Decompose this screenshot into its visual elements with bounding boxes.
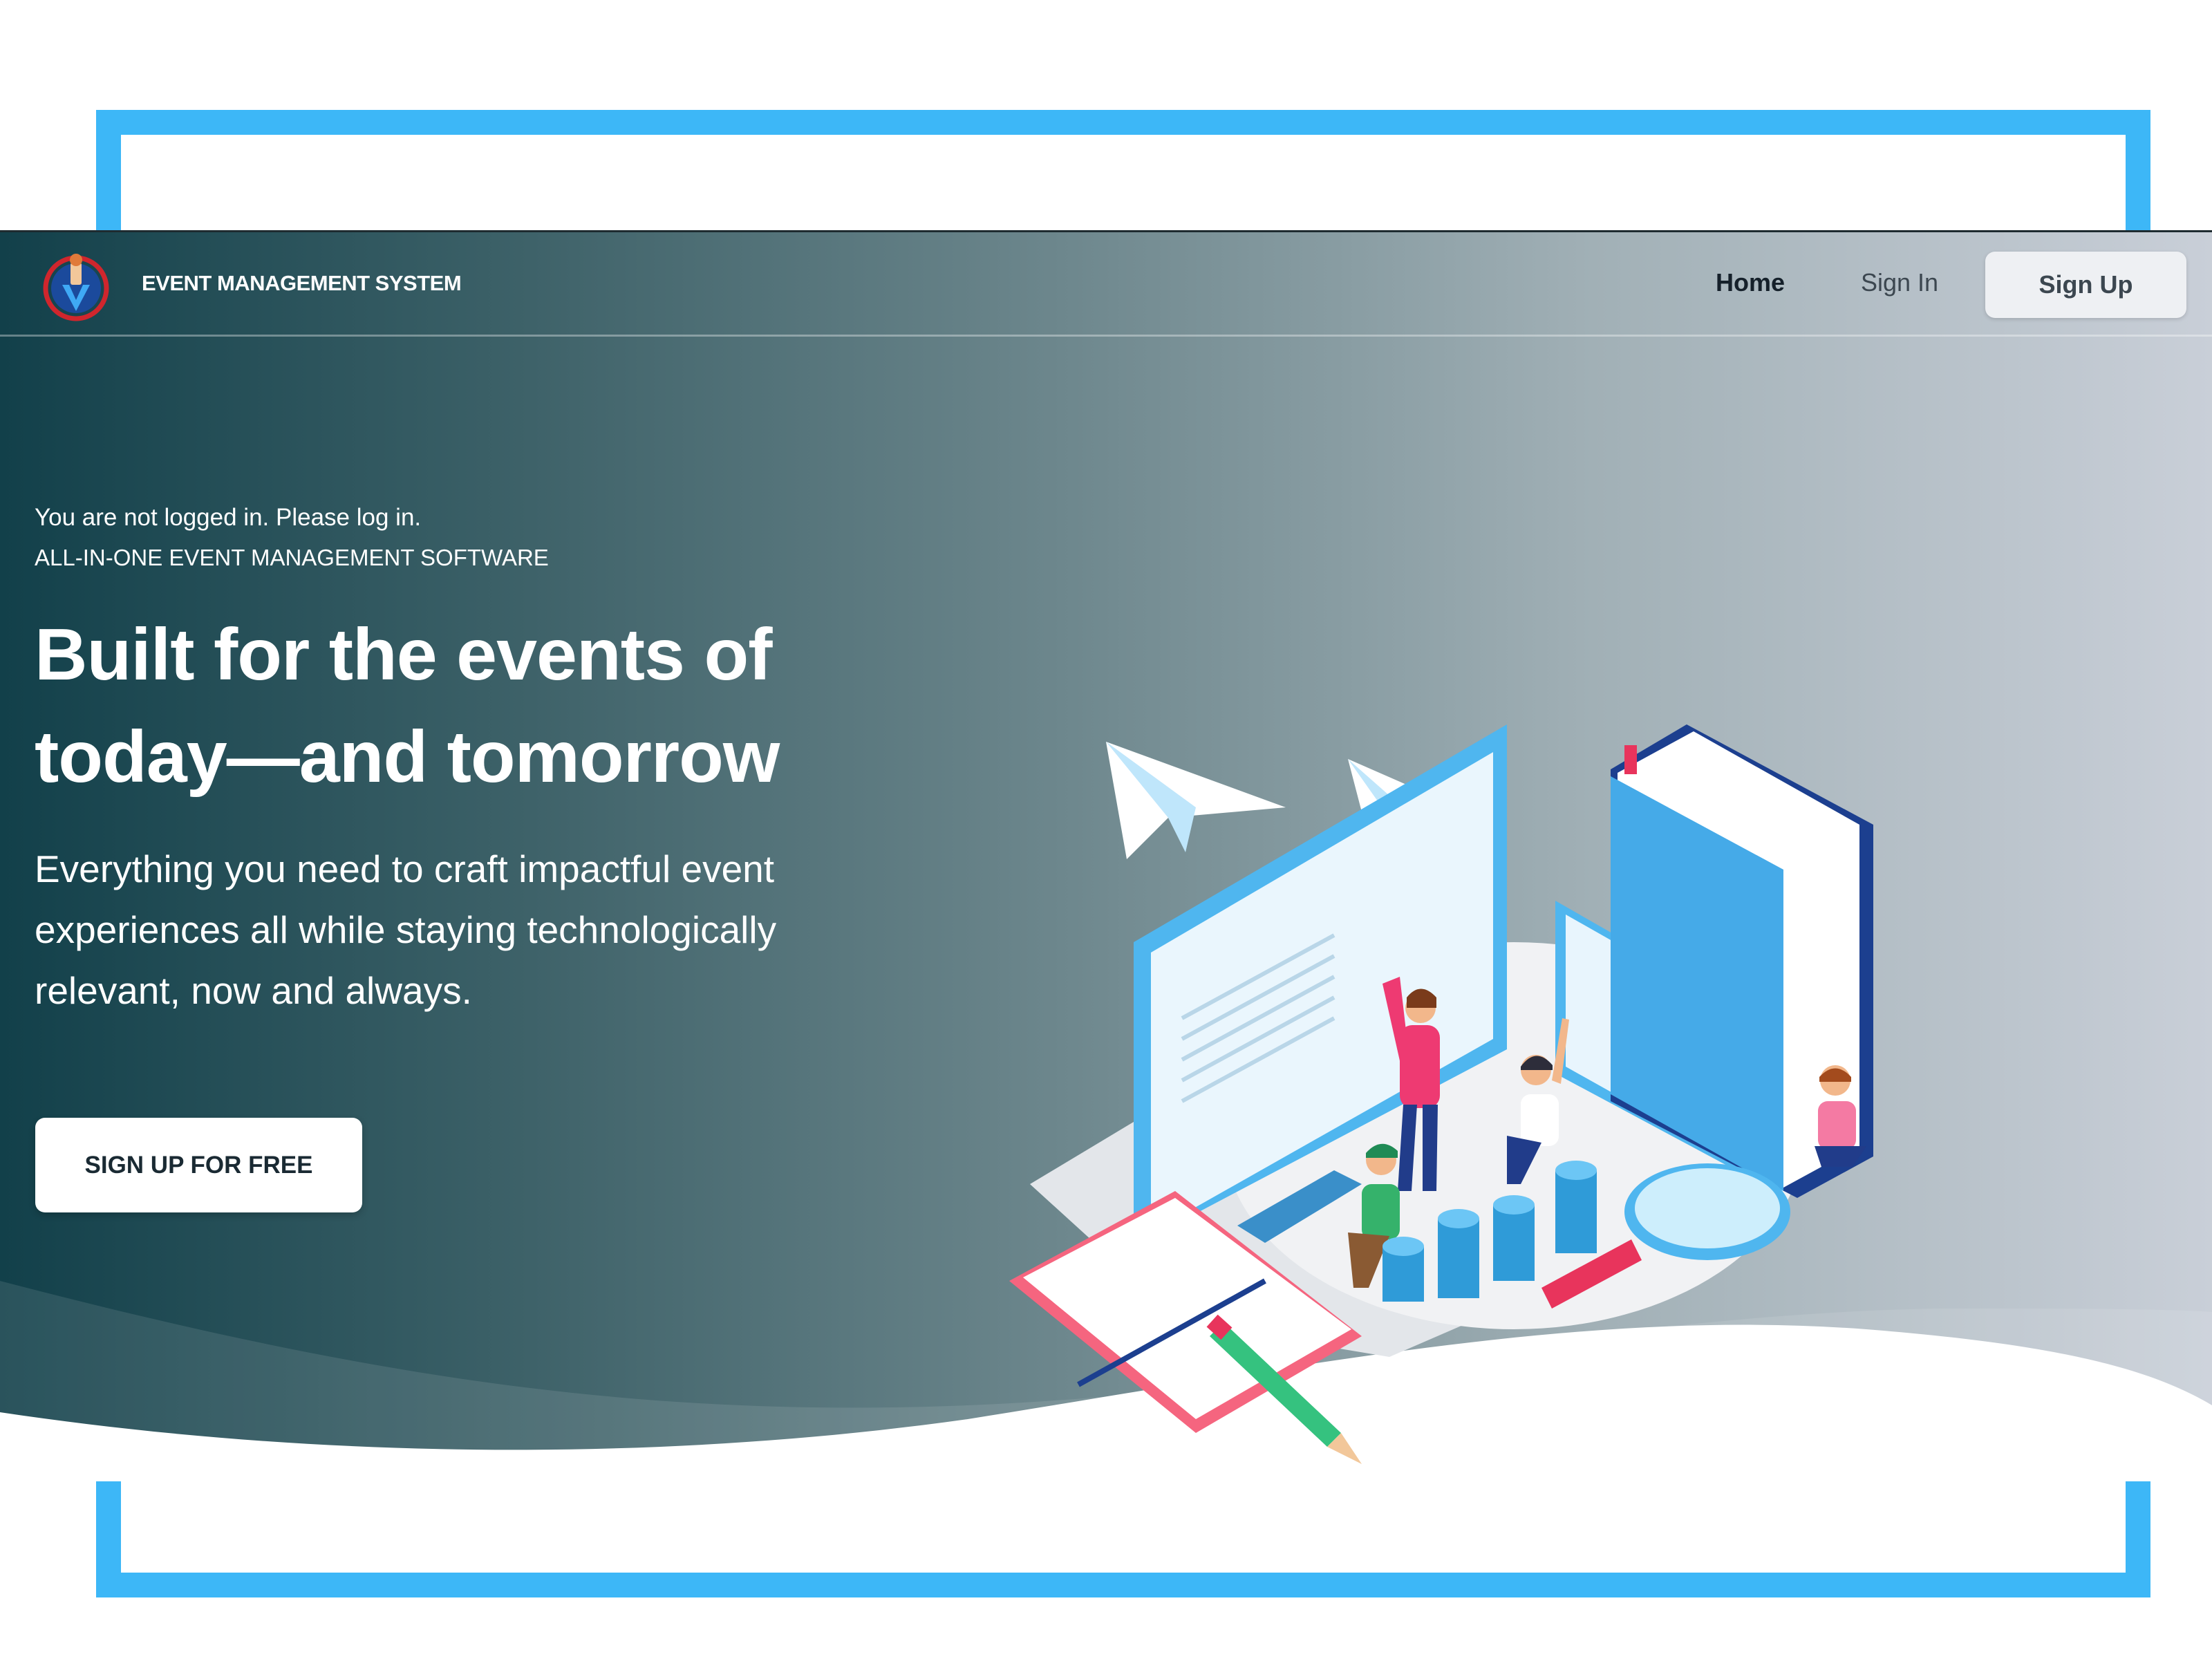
nav-sign-up-button[interactable]: Sign Up xyxy=(1985,252,2186,318)
nav-sign-in-link[interactable]: Sign In xyxy=(1861,268,1938,297)
event-logo-icon[interactable] xyxy=(41,250,111,322)
decorative-frame-bottom xyxy=(96,1481,2150,1597)
top-navbar: EVENT MANAGEMENT SYSTEM Home Sign In Sig… xyxy=(0,232,2212,337)
paper-plane-icon xyxy=(1106,742,1286,859)
brand-name[interactable]: EVENT MANAGEMENT SYSTEM xyxy=(142,271,462,296)
decorative-frame-top xyxy=(96,110,2150,231)
sign-up-for-free-button[interactable]: SIGN UP FOR FREE xyxy=(35,1118,362,1212)
landing-page: EVENT MANAGEMENT SYSTEM Home Sign In Sig… xyxy=(0,230,2212,1481)
hero-tagline: ALL-IN-ONE EVENT MANAGEMENT SOFTWARE xyxy=(35,545,549,570)
login-status-text: You are not logged in. Please log in. xyxy=(35,504,422,531)
bookmark-icon xyxy=(1624,745,1637,774)
hero-subtitle-line-1: Everything you need to craft impactful e… xyxy=(35,847,775,890)
hero-subtitle-line-3: relevant, now and always. xyxy=(35,969,472,1012)
hero-title: Built for the events of today—and tomorr… xyxy=(35,603,933,808)
isometric-team-workspace-illustration xyxy=(1009,724,1873,1464)
hero-title-line-2: today—and tomorrow xyxy=(35,716,780,798)
hero-title-line-1: Built for the events of xyxy=(35,614,773,695)
nav-home-link[interactable]: Home xyxy=(1716,268,1785,297)
hero-subtitle: Everything you need to craft impactful e… xyxy=(35,838,850,1021)
hero-subtitle-line-2: experiences all while staying technologi… xyxy=(35,908,777,951)
